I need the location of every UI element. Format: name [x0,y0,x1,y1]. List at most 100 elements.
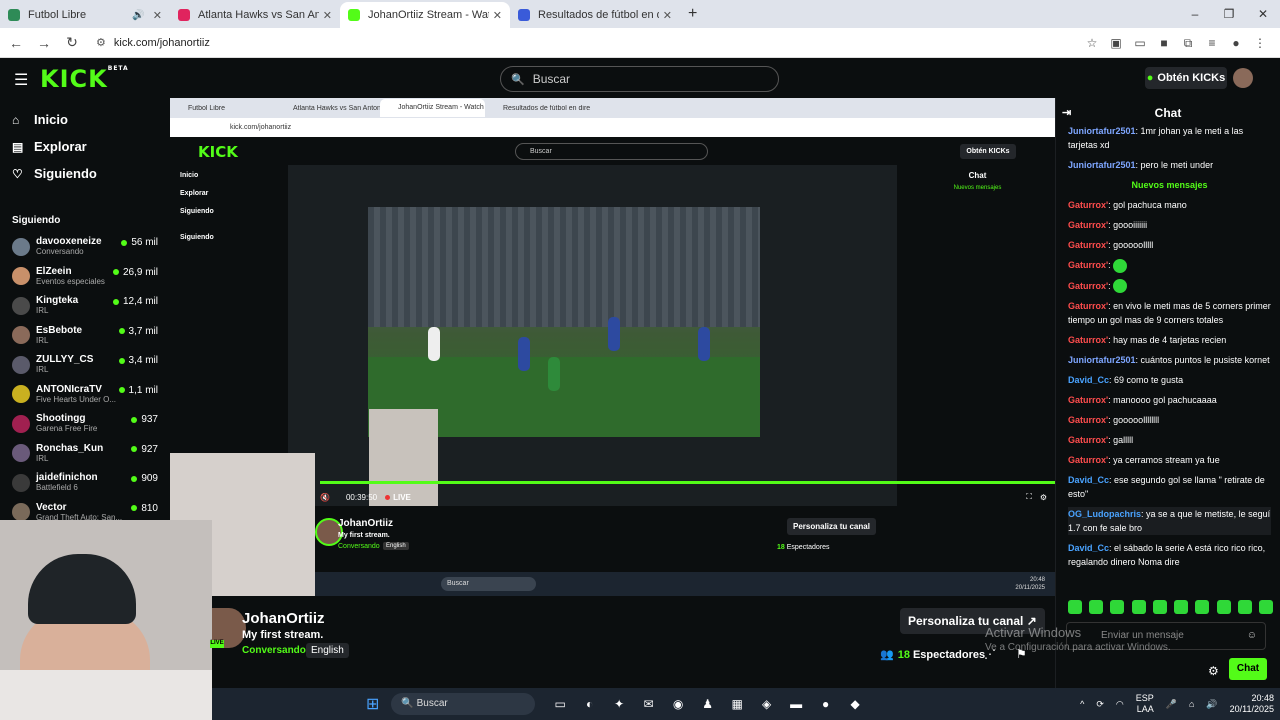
chat-username[interactable]: Gaturrox' [1068,415,1108,425]
following-channel[interactable]: EsBebote IRL 3,7 mil [0,321,170,351]
chat-username[interactable]: David_Cc [1068,543,1109,553]
chat-message[interactable]: Gaturrox': [1068,258,1271,273]
progress-bar[interactable] [320,481,1055,484]
following-channel[interactable]: Kingteka IRL 12,4 mil [0,291,170,321]
close-tab-icon[interactable]: ✕ [323,9,332,22]
close-tab-icon[interactable]: ✕ [663,9,672,22]
close-tab-icon[interactable]: ✕ [493,9,502,22]
emote-icon[interactable] [1258,600,1273,614]
sidebar-item-inicio[interactable]: ⌂ Inicio [0,106,170,133]
emoji-icon[interactable]: ☺ [1247,623,1257,649]
following-channel[interactable]: ElZeein Eventos especiales 26,9 mil [0,262,170,292]
following-channel[interactable]: Shootingg Garena Free Fire 937 [0,409,170,439]
following-channel[interactable]: Ronchas_Kun IRL 927 [0,439,170,469]
close-tab-icon[interactable]: ✕ [153,9,162,22]
volume-icon[interactable]: 🔇 [320,493,330,502]
app-icon[interactable]: ◈ [752,697,782,711]
sidebar-item-explorar[interactable]: ▤ Explorar [0,133,170,160]
video-player[interactable]: Futbol Libre Atlanta Hawks vs San Antoni… [170,98,1055,596]
following-channel[interactable]: ZULLYY_CS IRL 3,4 mil [0,350,170,380]
chat-message[interactable]: Gaturrox': gooooolllll [1068,238,1271,252]
site-info-icon[interactable]: ⚙ [96,36,106,49]
windows-start-icon[interactable]: ⊞ [366,694,379,714]
copilot-icon[interactable]: ✦ [604,697,634,711]
forward-icon[interactable]: → [32,35,56,51]
chat-message[interactable]: Gaturrox': [1068,279,1271,294]
chat-username[interactable]: Gaturrox' [1068,220,1108,230]
streamer-avatar[interactable]: LIVE [210,608,246,648]
chat-message[interactable]: Juniortafur2501: cuántos puntos le pusis… [1068,353,1271,367]
chat-message[interactable]: Gaturrox': ya cerramos stream ya fue [1068,453,1271,467]
following-channel[interactable]: ANTONIcraTV Five Hearts Under O... 1,1 m… [0,380,170,410]
extension-icon[interactable]: ▣ [1104,36,1128,50]
chat-message[interactable]: Gaturrox': galllll [1068,433,1271,447]
emote-icon[interactable] [1110,600,1125,614]
speaker-icon[interactable]: 🔊 [132,10,144,21]
menu-icon[interactable]: ⋮ [1248,36,1272,50]
chat-username[interactable]: Juniortafur2501 [1068,160,1136,170]
extension-icon[interactable]: ■ [1152,36,1176,50]
chat-message[interactable]: Juniortafur2501: pero le meti under [1068,158,1271,172]
following-channel[interactable]: davooxeneize Conversando 56 mil [0,232,170,262]
emote-icon[interactable] [1216,600,1231,614]
chat-message[interactable]: Gaturrox': manoooo gol pachucaaaa [1068,393,1271,407]
kick-logo[interactable]: KICKBETA [40,65,129,93]
folder-icon[interactable]: ▬ [781,697,811,711]
bookmark-star-icon[interactable]: ☆ [1080,36,1104,50]
maximize-icon[interactable]: ❐ [1212,0,1246,28]
network-icon[interactable]: ⌂ [1189,699,1194,709]
chat-username[interactable]: David_Cc [1068,475,1109,485]
new-tab-icon[interactable]: + [688,5,697,23]
tab-kick-stream[interactable]: JohanOrtiiz Stream - Watch Live ✕ [340,2,510,28]
tab-resultados[interactable]: Resultados de fútbol en directo ✕ [510,2,680,28]
collapse-chat-icon[interactable]: ⇥ [1062,106,1071,119]
chat-message[interactable]: Gaturrox': gooooollllllll [1068,413,1271,427]
send-chat-button[interactable]: Chat [1229,658,1267,680]
puzzle-icon[interactable]: ⧉ [1176,36,1200,51]
chat-username[interactable]: OG_Ludopachris [1068,509,1141,519]
wifi-icon[interactable]: ◠ [1116,699,1124,710]
chrome-icon[interactable]: ◉ [663,697,693,711]
hamburger-menu-icon[interactable]: ☰ [14,70,28,90]
fullscreen-icon[interactable]: ⛶ [1026,492,1032,502]
chat-username[interactable]: Gaturrox' [1068,455,1108,465]
reload-icon[interactable]: ↻ [60,34,84,51]
chat-username[interactable]: Gaturrox' [1068,395,1108,405]
outlook-icon[interactable]: ✉ [634,697,664,711]
chat-username[interactable]: Gaturrox' [1068,240,1108,250]
edge-icon[interactable]: ◐ [575,697,605,711]
chat-username[interactable]: Gaturrox' [1068,335,1108,345]
following-channel[interactable]: jaidefinichon Battlefield 6 909 [0,468,170,498]
sidebar-item-siguiendo[interactable]: ♡ Siguiendo [0,160,170,187]
emote-icon[interactable] [1068,600,1082,614]
chat-username[interactable]: Juniortafur2501 [1068,355,1136,365]
store-icon[interactable]: ◆ [840,697,870,711]
chat-message[interactable]: Gaturrox': hay mas de 4 tarjetas recien [1068,333,1271,347]
cast-icon[interactable]: ▭ [1128,36,1152,50]
chat-message[interactable]: David_Cc: ese segundo gol se llama " ret… [1068,473,1271,501]
get-kicks-button[interactable]: ● Obtén KICKs [1145,67,1227,89]
profile-icon[interactable]: ● [1224,36,1248,50]
tab-atlanta-hawks[interactable]: Atlanta Hawks vs San Antonio S ✕ [170,2,340,28]
tray-chevron-icon[interactable]: ^ [1080,699,1084,709]
emote-icon[interactable] [1237,600,1252,614]
tab-futbol-libre[interactable]: Futbol Libre 🔊 ✕ [0,2,170,28]
emote-icon[interactable] [1174,600,1189,614]
chat-message[interactable]: Gaturrox': en vivo le meti mas de 5 corn… [1068,299,1271,327]
emote-icon[interactable] [1195,600,1210,614]
taskbar-search[interactable]: 🔍 Buscar [391,693,536,715]
settings-icon[interactable]: ⚙ [1040,493,1047,502]
language-tag[interactable]: English [306,643,349,658]
chat-username[interactable]: David_Cc [1068,375,1109,385]
clock[interactable]: 20:48 20/11/2025 [1230,693,1274,715]
chat-username[interactable]: Gaturrox' [1068,260,1108,270]
teams-icon[interactable]: ♟ [693,697,723,711]
search-input[interactable]: 🔍 Buscar [500,66,779,92]
chat-username[interactable]: Juniortafur2501 [1068,126,1136,136]
url-field[interactable]: ⚙ kick.com/johanortiiz [96,36,210,50]
stream-category[interactable]: Conversando [242,645,306,656]
volume-icon[interactable]: 🔊 [1206,699,1217,710]
close-window-icon[interactable]: ✕ [1246,0,1280,28]
chat-message[interactable]: David_Cc: el sábado la serie A está rico… [1068,541,1271,569]
vpn-icon[interactable]: ⟳ [1096,699,1104,710]
